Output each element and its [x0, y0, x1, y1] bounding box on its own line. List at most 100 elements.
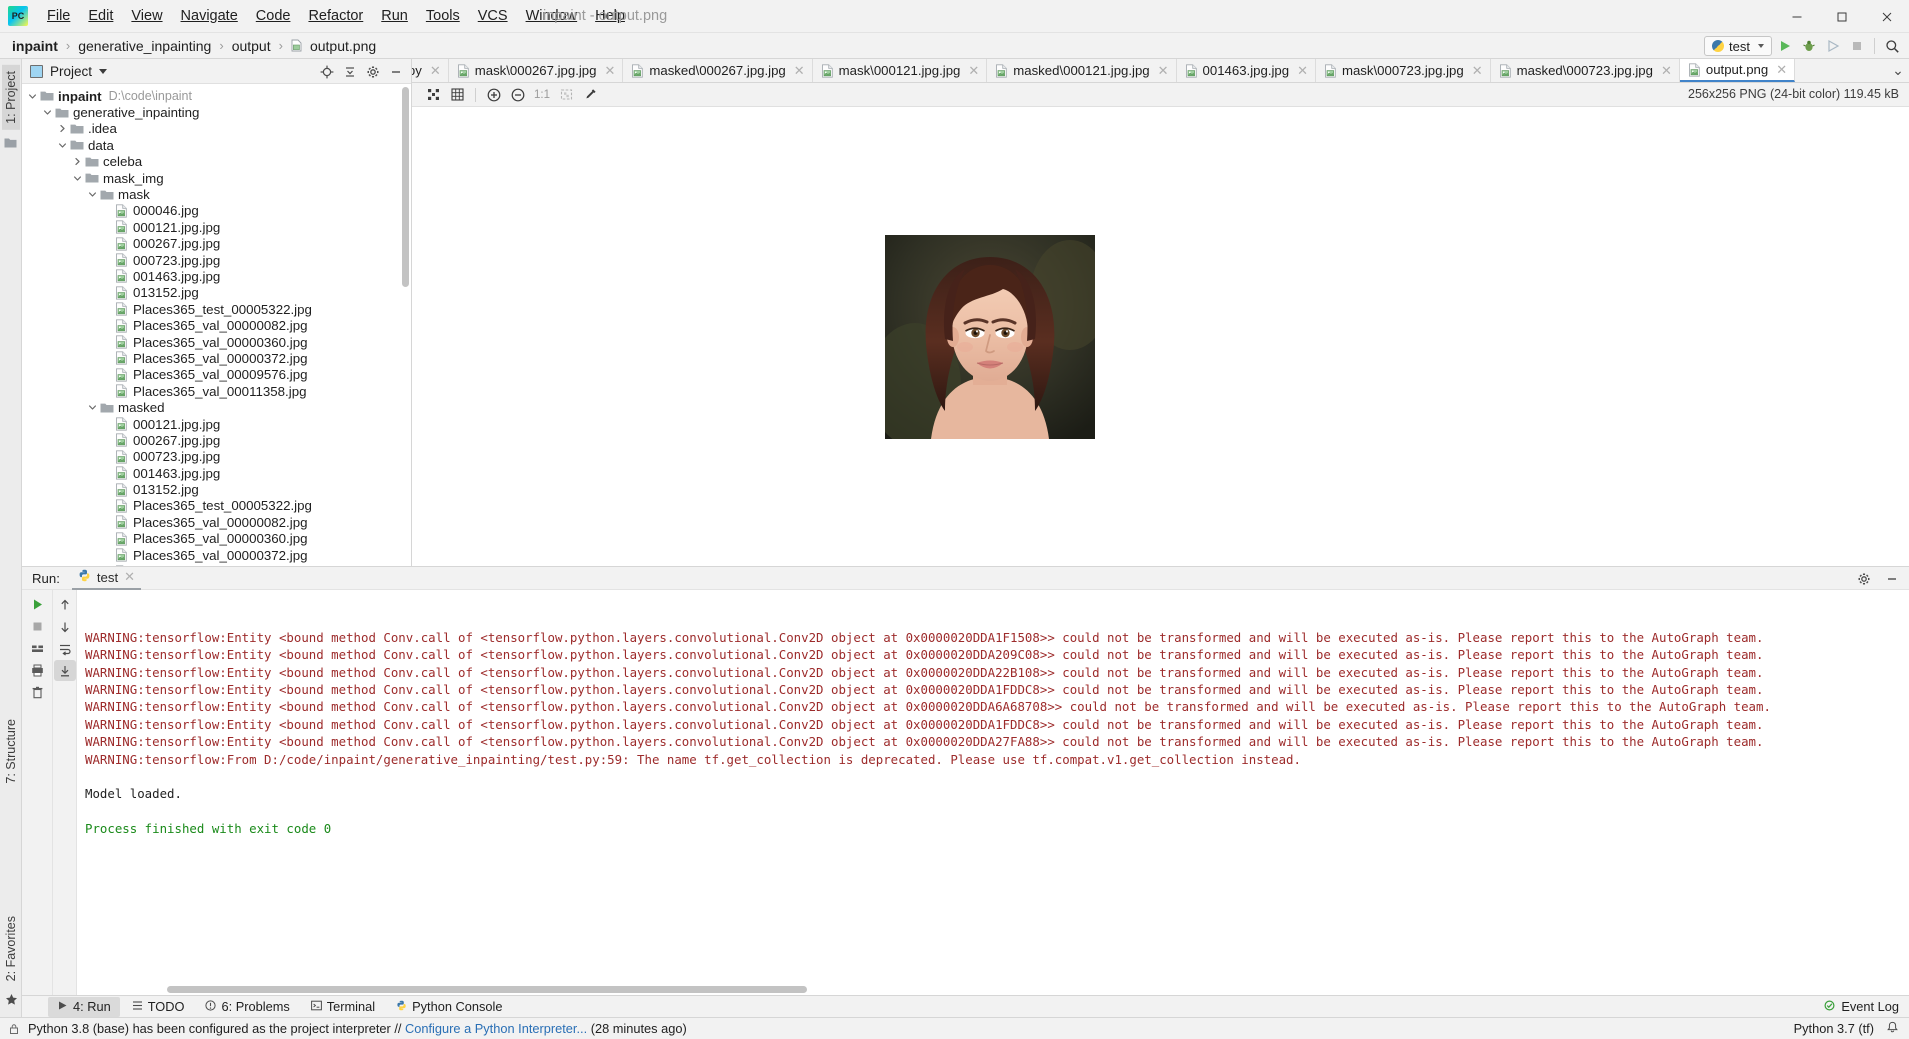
tree-node[interactable]: 013152.jpg	[22, 481, 411, 497]
tree-node[interactable]: Places365_val_00000372.jpg	[22, 350, 411, 366]
tree-node[interactable]: 000723.jpg.jpg	[22, 252, 411, 268]
debug-button[interactable]	[1798, 35, 1820, 57]
close-icon[interactable]: ✕	[430, 63, 441, 79]
chevron-down-icon[interactable]	[99, 68, 108, 74]
chevron-down-icon[interactable]	[71, 172, 84, 185]
stop-button[interactable]	[1846, 35, 1868, 57]
chevron-right-icon[interactable]	[71, 155, 84, 168]
breadcrumb-item-1[interactable]: generative_inpainting	[76, 38, 213, 54]
fit-to-window-icon[interactable]	[422, 85, 444, 105]
bottom-tab-run[interactable]: 4: Run	[48, 996, 120, 1017]
run-configuration-selector[interactable]: test	[1704, 36, 1772, 56]
bottom-tab-problems[interactable]: 6: Problems	[196, 997, 298, 1017]
menu-vcs[interactable]: VCS	[469, 5, 517, 27]
grid-toggle-icon[interactable]	[446, 85, 468, 105]
menu-refactor[interactable]: Refactor	[299, 5, 372, 27]
bottom-tab-todo[interactable]: TODO	[123, 997, 194, 1017]
menu-tools[interactable]: Tools	[417, 5, 469, 27]
menu-file[interactable]: File	[38, 5, 79, 27]
chevron-right-icon[interactable]	[56, 122, 69, 135]
trash-icon[interactable]	[26, 682, 48, 703]
editor-tab[interactable]: mask\000267.jpg.jpg ✕	[448, 59, 624, 82]
tree-node[interactable]: Places365_val_00000360.jpg	[22, 334, 411, 350]
editor-tab[interactable]: mask\000121.jpg.jpg ✕	[812, 59, 988, 82]
editor-tab[interactable]: st.py ✕	[412, 59, 449, 82]
menu-view[interactable]: View	[122, 5, 171, 27]
bottom-tab-python-console[interactable]: Python Console	[387, 997, 511, 1017]
interpreter-label[interactable]: Python 3.7 (tf)	[1794, 1021, 1874, 1036]
image-canvas[interactable]	[412, 107, 1909, 566]
run-button[interactable]	[1774, 35, 1796, 57]
close-icon[interactable]: ✕	[1472, 63, 1483, 79]
transparency-chessboard-icon[interactable]	[555, 85, 577, 105]
close-icon[interactable]: ✕	[1776, 62, 1787, 78]
chevron-down-icon[interactable]	[86, 401, 99, 414]
close-icon[interactable]: ✕	[124, 569, 135, 585]
tab-overflow-button[interactable]: ⌄	[1887, 59, 1909, 82]
close-icon[interactable]: ✕	[1297, 63, 1308, 79]
show-in-columns-icon[interactable]	[26, 638, 48, 659]
tree-node[interactable]: generative_inpainting	[22, 104, 411, 120]
run-tab-test[interactable]: test ✕	[71, 567, 142, 590]
rerun-icon[interactable]	[26, 594, 48, 615]
tree-node[interactable]: Places365_val_00009576.jpg	[22, 367, 411, 383]
breadcrumb-item-0[interactable]: inpaint	[10, 38, 60, 54]
collapse-all-icon[interactable]	[339, 61, 361, 83]
project-tree[interactable]: inpaint D:\code\inpaint generative_inpaint…	[22, 84, 411, 566]
close-icon[interactable]: ✕	[794, 63, 805, 79]
tree-node[interactable]: celeba	[22, 154, 411, 170]
editor-tab-strip[interactable]: st.py✕mask\000267.jpg.jpg✕masked\000267.…	[412, 59, 1887, 82]
tree-node[interactable]: 000046.jpg	[22, 203, 411, 219]
zoom-out-icon[interactable]	[507, 85, 529, 105]
editor-tab[interactable]: 001463.jpg.jpg ✕	[1176, 59, 1316, 82]
print-icon[interactable]	[26, 660, 48, 681]
tree-node[interactable]: masked	[22, 399, 411, 415]
editor-tab[interactable]: mask\000723.jpg.jpg ✕	[1315, 59, 1491, 82]
minimize-button[interactable]	[1774, 0, 1819, 33]
editor-tab[interactable]: output.png ✕	[1679, 59, 1796, 82]
chevron-down-icon[interactable]	[56, 139, 69, 152]
tree-node[interactable]: 000121.jpg.jpg	[22, 416, 411, 432]
status-message[interactable]: Python 3.8 (base) has been configured as…	[28, 1021, 687, 1036]
notification-icon[interactable]	[1886, 1021, 1899, 1037]
lock-icon[interactable]	[8, 1023, 20, 1035]
editor-tab[interactable]: masked\000267.jpg.jpg ✕	[623, 59, 813, 82]
locate-icon[interactable]	[316, 61, 338, 83]
tree-node[interactable]: 000121.jpg.jpg	[22, 219, 411, 235]
tree-node[interactable]: Places365_val_00000082.jpg	[22, 514, 411, 530]
chevron-down-icon[interactable]	[86, 188, 99, 201]
event-log-label[interactable]: Event Log	[1841, 999, 1899, 1014]
tree-node[interactable]: 000267.jpg.jpg	[22, 432, 411, 448]
tree-node[interactable]: mask	[22, 186, 411, 202]
close-icon[interactable]: ✕	[604, 63, 615, 79]
stop-icon[interactable]	[26, 616, 48, 637]
tree-node[interactable]: Places365_val_00000360.jpg	[22, 531, 411, 547]
close-icon[interactable]: ✕	[968, 63, 979, 79]
gear-icon[interactable]	[1853, 568, 1875, 590]
close-icon[interactable]: ✕	[1661, 63, 1672, 79]
menu-code[interactable]: Code	[247, 5, 300, 27]
tree-node[interactable]: Places365_test_00005322.jpg	[22, 498, 411, 514]
configure-interpreter-link[interactable]: Configure a Python Interpreter...	[405, 1021, 587, 1036]
project-tree-scrollbar[interactable]	[402, 87, 409, 287]
menu-run[interactable]: Run	[372, 5, 417, 27]
hide-panel-icon[interactable]	[1881, 568, 1903, 590]
sidebar-item-structure[interactable]: 7: Structure	[2, 713, 20, 790]
down-arrow-icon[interactable]	[54, 616, 76, 637]
tree-node[interactable]: 013152.jpg	[22, 285, 411, 301]
zoom-in-icon[interactable]	[483, 85, 505, 105]
sidebar-item-favorites[interactable]: 2: Favorites	[2, 910, 20, 987]
tree-node[interactable]: 001463.jpg.jpg	[22, 465, 411, 481]
sidebar-item-project[interactable]: 1: Project	[1, 65, 20, 130]
console-horizontal-scrollbar[interactable]	[167, 986, 807, 993]
tree-node[interactable]: inpaint D:\code\inpaint	[22, 88, 411, 104]
tree-node[interactable]: data	[22, 137, 411, 153]
gear-icon[interactable]	[362, 61, 384, 83]
tree-node[interactable]: Places365_test_00005322.jpg	[22, 301, 411, 317]
menu-edit[interactable]: Edit	[79, 5, 122, 27]
close-button[interactable]	[1864, 0, 1909, 33]
search-icon[interactable]	[1881, 35, 1903, 57]
menu-navigate[interactable]: Navigate	[172, 5, 247, 27]
tree-node[interactable]: .idea	[22, 121, 411, 137]
scroll-to-end-icon[interactable]	[53, 660, 76, 681]
